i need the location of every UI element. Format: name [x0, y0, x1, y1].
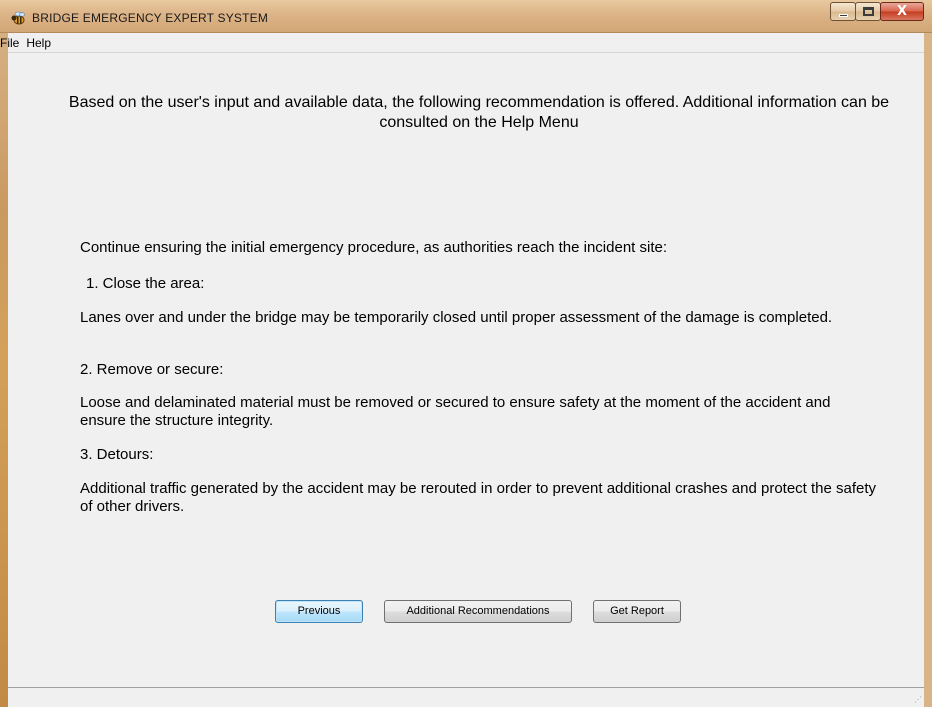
- close-button[interactable]: X: [880, 2, 924, 21]
- menu-bar: File Help: [0, 33, 924, 53]
- menu-help[interactable]: Help: [26, 36, 56, 50]
- step-3-body: Additional traffic generated by the acci…: [80, 480, 877, 515]
- window-title: BRIDGE EMERGENCY EXPERT SYSTEM: [32, 11, 269, 25]
- step-1-body: Lanes over and under the bridge may be t…: [80, 309, 833, 326]
- window-right-frame: [924, 0, 932, 707]
- maximize-button[interactable]: [855, 2, 881, 21]
- app-window: BRIDGE EMERGENCY EXPERT SYSTEM X File He…: [0, 0, 932, 707]
- bee-icon: [11, 11, 25, 25]
- get-report-button[interactable]: Get Report: [593, 600, 681, 623]
- additional-recommendations-button[interactable]: Additional Recommendations: [384, 600, 572, 623]
- step-1-heading: 1. Close the area:: [86, 275, 205, 292]
- lead-text: Continue ensuring the initial emergency …: [80, 239, 668, 256]
- status-bar: ⋰: [8, 687, 924, 707]
- step-2-body: Loose and delaminated material must be r…: [80, 394, 831, 429]
- previous-button[interactable]: Previous: [275, 600, 363, 623]
- minimize-icon: [839, 14, 848, 17]
- maximize-icon: [863, 7, 874, 16]
- recommendation-panel: Based on the user's input and available …: [8, 53, 924, 687]
- intro-text: Based on the user's input and available …: [68, 94, 890, 131]
- step-2-heading: 2. Remove or secure:: [80, 361, 224, 378]
- resize-grip-icon[interactable]: ⋰: [912, 695, 922, 705]
- caption-buttons: X: [830, 2, 924, 22]
- close-icon: X: [896, 4, 908, 19]
- minimize-button[interactable]: [830, 2, 856, 21]
- title-bar[interactable]: BRIDGE EMERGENCY EXPERT SYSTEM X: [0, 0, 932, 33]
- menu-file[interactable]: File: [0, 36, 24, 50]
- window-left-frame: [0, 0, 8, 707]
- step-3-heading: 3. Detours:: [80, 446, 154, 463]
- client-area: File Help Based on the user's input and …: [0, 33, 924, 707]
